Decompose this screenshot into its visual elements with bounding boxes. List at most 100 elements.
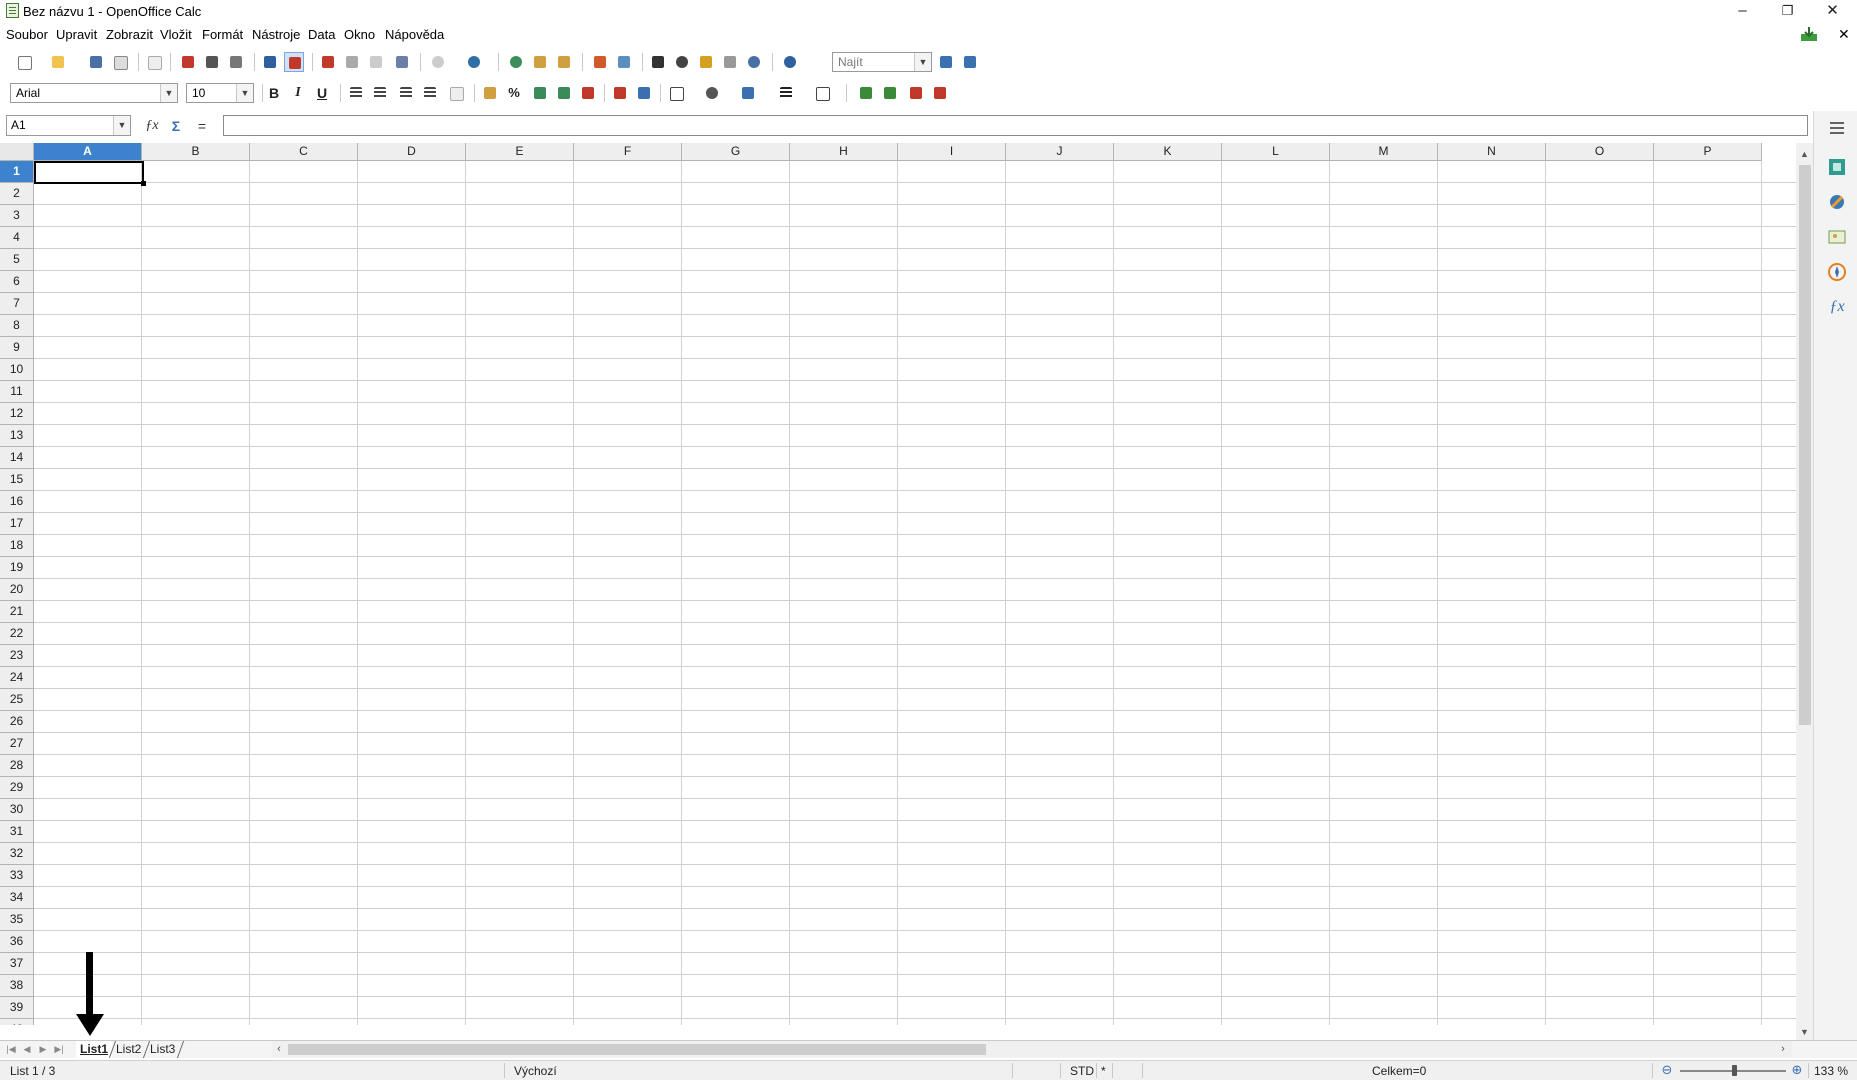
sum-button[interactable]: Σ	[166, 117, 186, 135]
column-header-h[interactable]: H	[790, 143, 898, 161]
column-header-k[interactable]: K	[1114, 143, 1222, 161]
zoom-icon[interactable]	[744, 52, 764, 72]
menu-napoveda[interactable]: Nápověda	[385, 27, 444, 42]
cell-area[interactable]	[34, 161, 1796, 1025]
function-wizard-button[interactable]: ƒx	[142, 117, 162, 135]
font-name-select[interactable]: Arial ▼	[10, 83, 178, 103]
row-header-1[interactable]: 1	[0, 161, 34, 183]
remove-decimal-icon[interactable]	[554, 83, 574, 103]
horizontal-scrollbar[interactable]: ‹ ›	[272, 1041, 1792, 1057]
font-color-icon[interactable]	[738, 83, 758, 103]
hyperlink-icon[interactable]	[506, 52, 526, 72]
row-header-31[interactable]: 31	[0, 821, 34, 843]
column-header-n[interactable]: N	[1438, 143, 1546, 161]
draw-icon[interactable]	[614, 52, 634, 72]
find-prev-icon[interactable]	[960, 52, 980, 72]
gallery-icon[interactable]	[696, 52, 716, 72]
navigator-icon[interactable]	[1826, 261, 1848, 283]
row-header-26[interactable]: 26	[0, 711, 34, 733]
row-header-23[interactable]: 23	[0, 645, 34, 667]
help-icon[interactable]	[780, 52, 800, 72]
row-header-3[interactable]: 3	[0, 205, 34, 227]
row-header-8[interactable]: 8	[0, 315, 34, 337]
row-header-16[interactable]: 16	[0, 491, 34, 513]
zoom-out-icon[interactable]: ⊖	[1660, 1062, 1674, 1078]
insert-row-icon[interactable]	[856, 83, 876, 103]
menu-format[interactable]: Formát	[202, 27, 243, 42]
row-header-29[interactable]: 29	[0, 777, 34, 799]
row-header-39[interactable]: 39	[0, 997, 34, 1019]
pdf-icon[interactable]	[178, 52, 198, 72]
first-sheet-icon[interactable]: |◀	[4, 1043, 18, 1056]
scroll-right-icon[interactable]: ›	[1776, 1041, 1790, 1057]
column-header-f[interactable]: F	[574, 143, 682, 161]
sheet-tab-list2[interactable]: List2	[112, 1041, 145, 1058]
print-preview-icon[interactable]	[226, 52, 246, 72]
open-icon[interactable]	[48, 52, 68, 72]
row-header-40[interactable]: 40	[0, 1019, 34, 1025]
column-header-l[interactable]: L	[1222, 143, 1330, 161]
next-sheet-icon[interactable]: ▶	[36, 1043, 50, 1056]
cut-icon[interactable]	[318, 52, 338, 72]
sort-descending-icon[interactable]	[554, 52, 574, 72]
edit-file-icon[interactable]	[144, 52, 164, 72]
last-sheet-icon[interactable]: ▶|	[52, 1043, 66, 1056]
redo-icon[interactable]	[464, 52, 484, 72]
column-header-p[interactable]: P	[1654, 143, 1762, 161]
row-header-6[interactable]: 6	[0, 271, 34, 293]
print-icon[interactable]	[202, 52, 222, 72]
new-icon[interactable]	[14, 52, 34, 72]
zoom-level[interactable]: 133 %	[1814, 1064, 1848, 1078]
row-header-20[interactable]: 20	[0, 579, 34, 601]
scroll-left-icon[interactable]: ‹	[272, 1041, 286, 1057]
navigator-icon[interactable]	[672, 52, 692, 72]
sidebar-menu-icon[interactable]	[1826, 117, 1848, 139]
font-size-select[interactable]: 10 ▼	[186, 83, 254, 103]
menu-nastroje[interactable]: Nástroje	[252, 27, 300, 42]
delete-column-icon[interactable]	[930, 83, 950, 103]
chart-icon[interactable]	[590, 52, 610, 72]
row-header-36[interactable]: 36	[0, 931, 34, 953]
menu-zobrazit[interactable]: Zobrazit	[106, 27, 153, 42]
column-header-m[interactable]: M	[1330, 143, 1438, 161]
row-header-38[interactable]: 38	[0, 975, 34, 997]
merge-cells-icon[interactable]	[446, 83, 466, 103]
delete-row-icon[interactable]	[906, 83, 926, 103]
line-color-icon[interactable]	[812, 83, 832, 103]
column-header-e[interactable]: E	[466, 143, 574, 161]
vertical-scroll-thumb[interactable]	[1799, 165, 1811, 725]
row-header-30[interactable]: 30	[0, 799, 34, 821]
find-next-icon[interactable]	[936, 52, 956, 72]
menu-data[interactable]: Data	[308, 27, 335, 42]
properties-icon[interactable]	[1826, 156, 1848, 178]
gallery-icon[interactable]	[1826, 226, 1848, 248]
row-header-12[interactable]: 12	[0, 403, 34, 425]
menu-okno[interactable]: Okno	[344, 27, 375, 42]
row-header-11[interactable]: 11	[0, 381, 34, 403]
autospellcheck-icon[interactable]	[284, 52, 304, 72]
add-decimal-icon[interactable]	[530, 83, 550, 103]
function-button[interactable]: =	[192, 117, 212, 135]
close-button[interactable]: ✕	[1810, 0, 1855, 22]
row-header-13[interactable]: 13	[0, 425, 34, 447]
functions-icon[interactable]: ƒx	[1826, 296, 1848, 318]
active-cell-cursor[interactable]	[34, 161, 146, 186]
row-header-9[interactable]: 9	[0, 337, 34, 359]
row-header-15[interactable]: 15	[0, 469, 34, 491]
row-header-17[interactable]: 17	[0, 513, 34, 535]
delete-decimal-icon[interactable]	[578, 83, 598, 103]
name-box[interactable]: A1 ▼	[6, 115, 131, 136]
row-header-28[interactable]: 28	[0, 755, 34, 777]
italic-button[interactable]: I	[288, 83, 308, 103]
insert-column-icon[interactable]	[880, 83, 900, 103]
row-header-24[interactable]: 24	[0, 667, 34, 689]
page-style[interactable]: Výchozí	[514, 1064, 557, 1078]
column-header-o[interactable]: O	[1546, 143, 1654, 161]
row-header-25[interactable]: 25	[0, 689, 34, 711]
spellcheck-icon[interactable]	[260, 52, 280, 72]
update-icon[interactable]	[1800, 26, 1818, 42]
undo-icon[interactable]	[428, 52, 448, 72]
column-header-d[interactable]: D	[358, 143, 466, 161]
background-color-icon[interactable]	[702, 83, 722, 103]
scroll-down-icon[interactable]: ▼	[1796, 1025, 1813, 1039]
